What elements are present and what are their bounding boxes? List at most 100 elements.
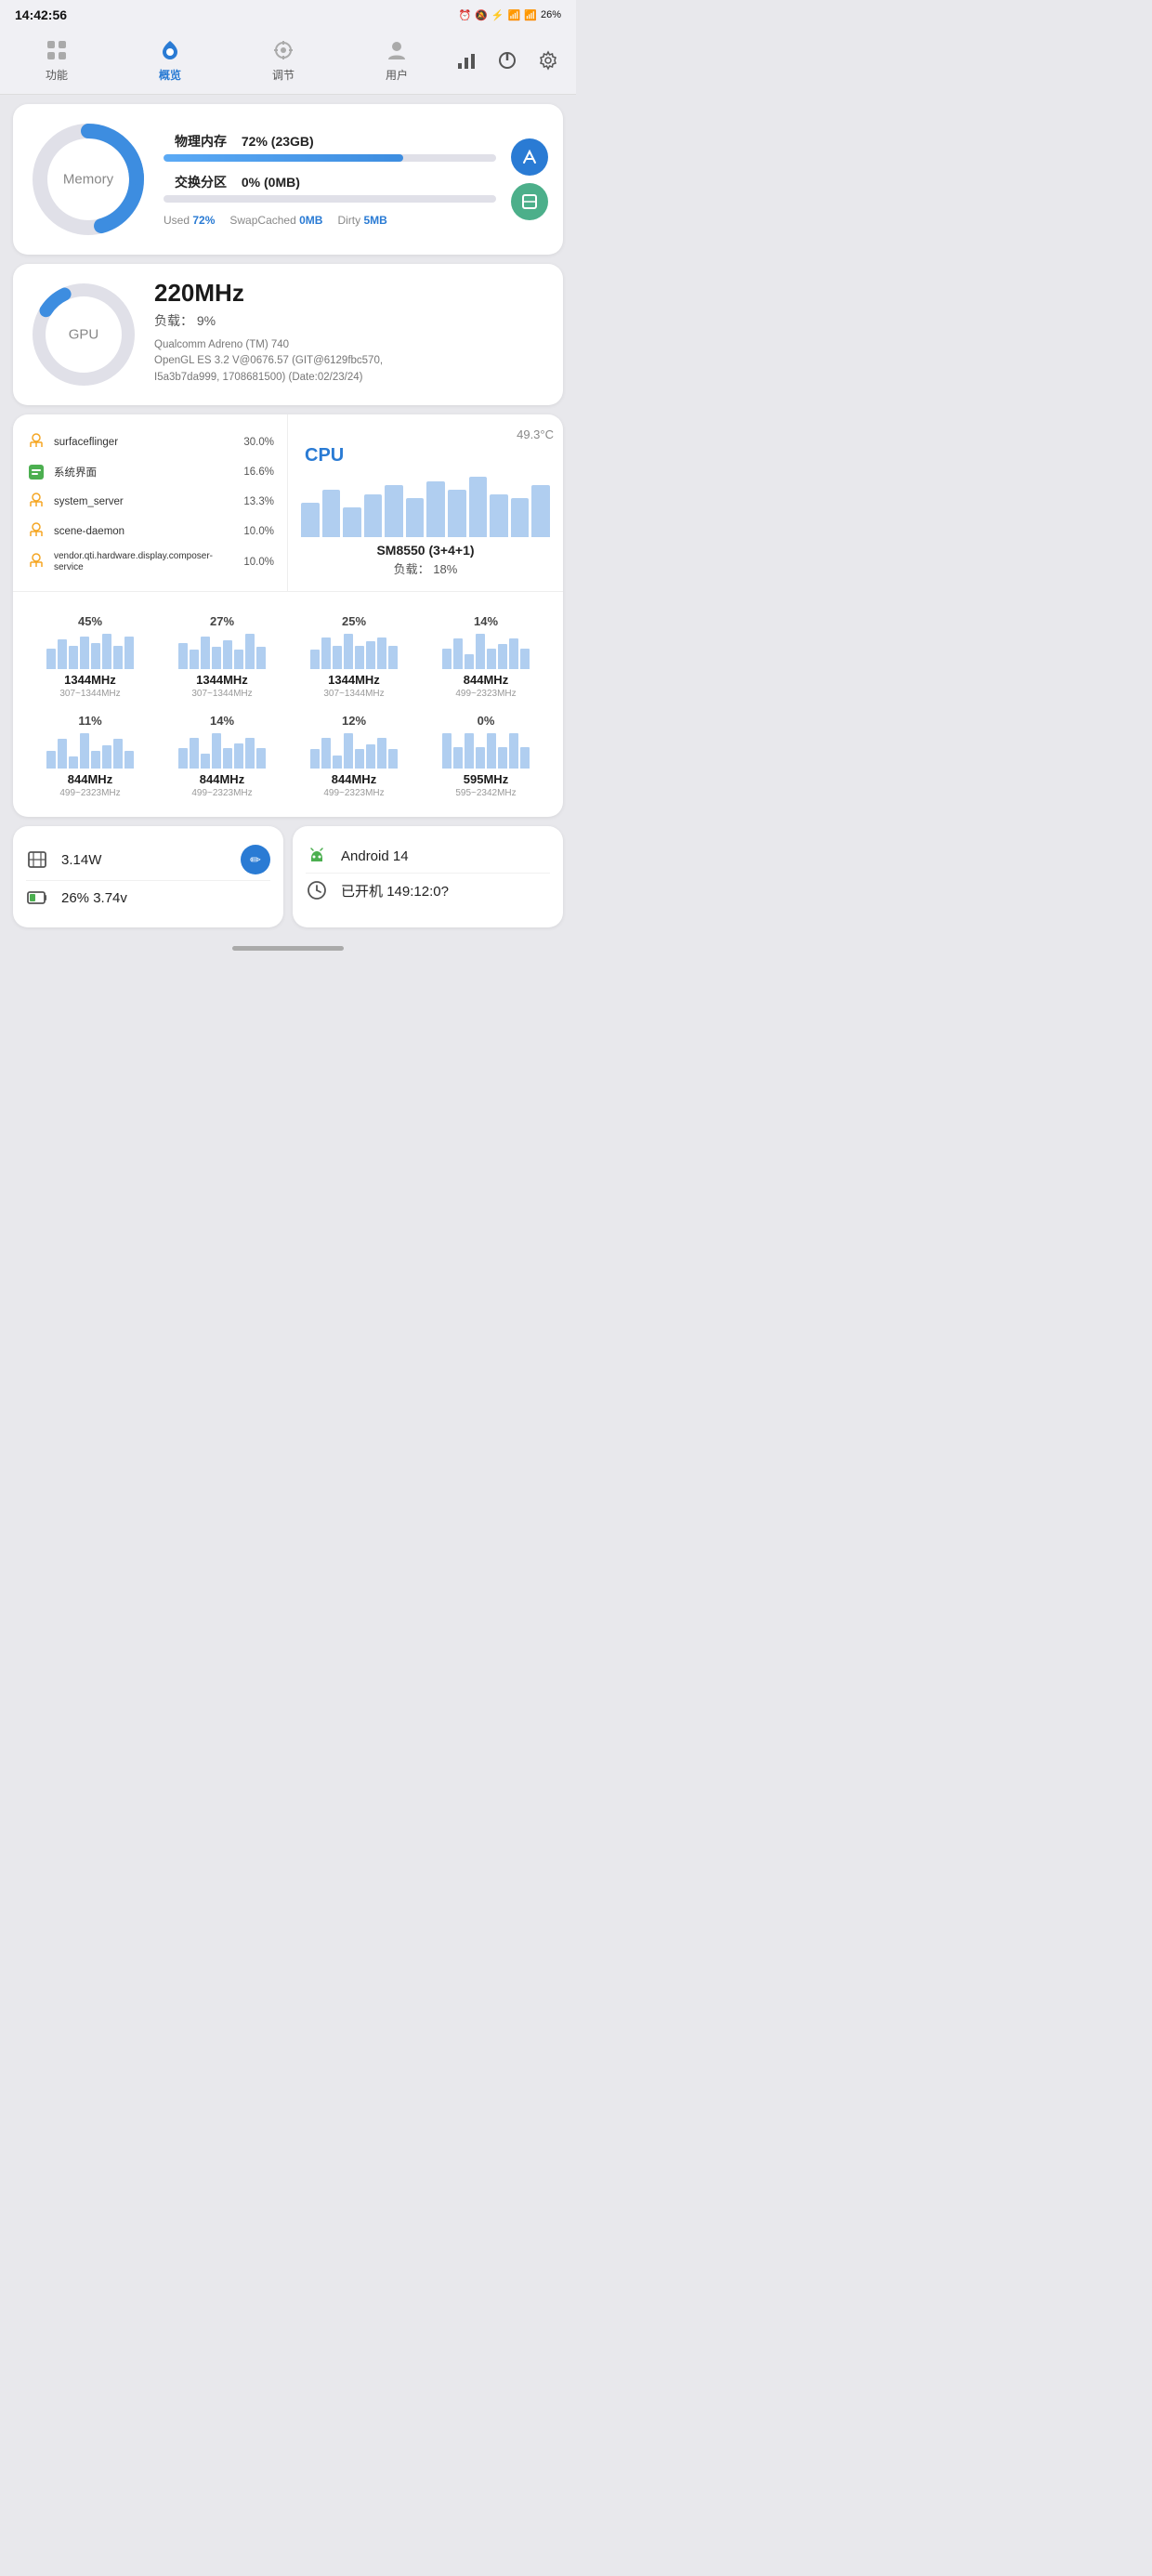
settings-icon[interactable] — [535, 47, 561, 73]
power-card: 3.14W ✏ 26% 3.74v — [13, 826, 283, 927]
cpu-bar-chart — [297, 472, 554, 537]
core-bar — [58, 639, 67, 669]
core-freq-0: 1344MHz — [64, 673, 116, 687]
core-range-4: 499~2323MHz — [59, 788, 120, 798]
chart-icon[interactable] — [453, 47, 479, 73]
core-bar — [366, 641, 375, 669]
tab-user[interactable]: 用户 — [340, 33, 453, 86]
cpu-bar-item — [385, 485, 403, 537]
core-bar — [201, 637, 210, 669]
tab-features[interactable]: 功能 — [0, 33, 113, 86]
status-icons: ⏰ 🔕 ⚡ 📶 📶 26% — [458, 9, 561, 21]
clean-memory-button[interactable] — [511, 138, 548, 176]
gpu-freq: 220MHz — [154, 279, 548, 308]
tab-user-label: 用户 — [386, 67, 408, 83]
edit-power-button[interactable]: ✏ — [241, 845, 270, 874]
process-pct-1: 30.0% — [243, 437, 274, 448]
used-stat: Used 72% — [164, 214, 215, 227]
core-bar — [46, 751, 56, 769]
core-bar — [178, 748, 188, 769]
status-time: 14:42:56 — [15, 7, 67, 22]
cpu-model: SM8550 (3+4+1) — [376, 543, 474, 558]
cpu-bar-item — [364, 494, 383, 537]
core-freq-3: 844MHz — [464, 673, 508, 687]
cpu-bar-item — [322, 490, 341, 537]
cpu-title: CPU — [297, 445, 344, 467]
core-bar — [102, 745, 111, 769]
gpu-detail: Qualcomm Adreno (TM) 740 OpenGL ES 3.2 V… — [154, 337, 548, 386]
core-bar — [442, 649, 452, 669]
power-meter-icon — [26, 848, 52, 871]
core-pct-2: 25% — [342, 614, 366, 628]
core-bar — [223, 640, 232, 669]
process-pct-2: 16.6% — [243, 467, 274, 478]
memory-donut: Memory — [28, 119, 149, 240]
core-bar — [80, 637, 89, 669]
core-bar — [212, 733, 221, 769]
core-bar — [442, 733, 452, 769]
battery-row: 26% 3.74v — [26, 881, 270, 914]
core-bar — [201, 754, 210, 769]
core-bar — [256, 647, 266, 669]
cpu-bar-item — [511, 498, 530, 537]
core-bar — [113, 739, 123, 769]
core-freq-7: 595MHz — [464, 772, 508, 786]
core-bar — [46, 649, 56, 669]
process-name-3: system_server — [54, 496, 236, 507]
core-bar — [69, 756, 78, 769]
power-icon[interactable] — [494, 47, 520, 73]
core-bar — [355, 749, 364, 769]
main-content: Memory 物理内存 72% (23GB) 交换分区 0% (0MB) — [0, 95, 576, 937]
battery-value: 26% 3.74v — [61, 890, 270, 906]
status-bar: 14:42:56 ⏰ 🔕 ⚡ 📶 📶 26% — [0, 0, 576, 26]
core-bars-2 — [292, 632, 416, 669]
battery-pct: 26% — [541, 9, 561, 20]
cpu-cores-grid: 45%1344MHz307~1344MHz27%1344MHz307~1344M… — [13, 592, 563, 817]
gpu-donut: GPU — [28, 279, 139, 390]
cpu-bar-item — [469, 477, 488, 537]
cpu-bar-item — [448, 490, 466, 537]
gpu-load: 负载： 9% — [154, 311, 548, 330]
cpu-temp: 49.3°C — [517, 427, 554, 441]
swap-label: 交换分区 0% (0MB) — [164, 173, 496, 191]
nav-actions — [453, 47, 576, 73]
core-bar — [234, 650, 243, 669]
core-range-3: 499~2323MHz — [455, 689, 516, 699]
cpu-bar-item — [343, 507, 361, 538]
core-range-1: 307~1344MHz — [191, 689, 252, 699]
cpu-core-item-6: 12%844MHz499~2323MHz — [288, 706, 420, 806]
core-bar — [245, 634, 255, 669]
core-bar — [509, 638, 518, 669]
core-bar — [465, 654, 474, 669]
core-bar — [91, 643, 100, 670]
memory-donut-label: Memory — [63, 172, 113, 188]
core-bar — [377, 738, 386, 769]
swap-action-button[interactable] — [511, 183, 548, 220]
alarm-icon: ⏰ — [458, 9, 471, 21]
core-pct-6: 12% — [342, 714, 366, 728]
swapcached-stat: SwapCached 0MB — [229, 214, 322, 227]
core-bar — [476, 747, 485, 769]
memory-actions — [511, 138, 548, 220]
tab-tuning[interactable]: 调节 — [227, 33, 340, 86]
core-bar — [498, 747, 507, 769]
gpu-card: GPU 220MHz 负载： 9% Qualcomm Adreno (TM) 7… — [13, 264, 563, 405]
features-icon — [44, 37, 70, 63]
cpu-core-item-3: 14%844MHz499~2323MHz — [420, 607, 552, 706]
overview-icon — [157, 37, 183, 63]
cpu-bar-item — [301, 503, 320, 537]
core-bar — [476, 634, 485, 669]
process-row-1: surfaceflinger 30.0% — [26, 427, 274, 457]
cpu-core-item-4: 11%844MHz499~2323MHz — [24, 706, 156, 806]
process-pct-3: 13.3% — [243, 496, 274, 507]
core-bar — [388, 646, 398, 669]
memory-card: Memory 物理内存 72% (23GB) 交换分区 0% (0MB) — [13, 104, 563, 255]
android-icon — [306, 845, 332, 867]
nav-bar: 功能 概览 — [0, 26, 576, 95]
tab-overview[interactable]: 概览 — [113, 33, 227, 86]
core-freq-1: 1344MHz — [196, 673, 248, 687]
cpu-bar-item — [406, 498, 425, 537]
process-row-4: scene-daemon 10.0% — [26, 517, 274, 546]
gpu-donut-label: GPU — [69, 327, 99, 343]
cpu-load-text: 负载： 18% — [394, 559, 458, 577]
